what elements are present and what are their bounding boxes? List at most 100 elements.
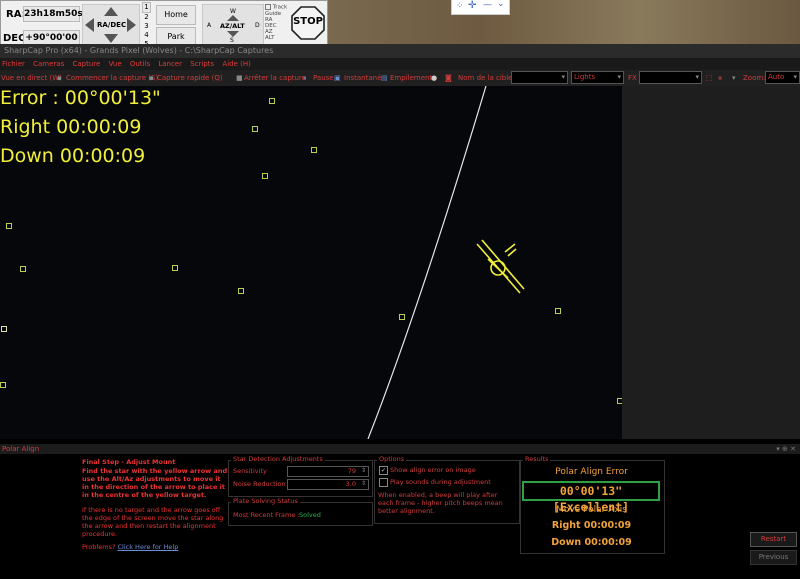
- menu-outils[interactable]: Outils: [130, 60, 150, 68]
- quick-capture-button[interactable]: Capture rapide (Q): [157, 70, 223, 86]
- detected-star: [269, 98, 275, 104]
- options-note: When enabled, a beep will play after eac…: [378, 491, 503, 515]
- noise-reduction-spinner[interactable]: 3,0 ⇕: [287, 479, 369, 490]
- play-sounds-checkbox[interactable]: [379, 478, 388, 487]
- spinner-arrows-icon[interactable]: ⇕: [361, 466, 366, 475]
- quick-capture-icon: ▪: [149, 74, 154, 82]
- overlay-graphics: [367, 86, 525, 439]
- polar-align-header: Polar Align ▾ ⊕ ✕: [0, 444, 800, 454]
- menu-scripts[interactable]: Scripts: [190, 60, 214, 68]
- window-title-bar: SharpCap Pro (x64) - Grands Pixel (Wolve…: [0, 44, 800, 58]
- stacking-button[interactable]: Empilement: [390, 70, 432, 86]
- yellow-target-icon: [476, 239, 525, 294]
- help-link[interactable]: Click Here for Help: [118, 543, 179, 551]
- az-alt-s-label: S: [230, 37, 234, 44]
- camera-image-view[interactable]: Error : 00°00'13" Right 00:00:09 Down 00…: [0, 86, 622, 439]
- problems-label: Problems?: [82, 543, 116, 551]
- sensitivity-label: Sensitivity: [233, 467, 267, 475]
- frame-type-dropdown[interactable]: Lights ▾: [571, 71, 624, 84]
- target-name-label: Nom de la cible:: [458, 74, 515, 82]
- ra-dec-up-button[interactable]: [104, 7, 118, 16]
- pause-button[interactable]: Pause: [313, 70, 334, 86]
- snapshot-button[interactable]: Instantané: [344, 70, 381, 86]
- menu-cameras[interactable]: Cameras: [33, 60, 64, 68]
- step-instructions: Find the star with the yellow arrow and …: [82, 467, 228, 499]
- home-button[interactable]: Home: [156, 5, 196, 25]
- grid-icon[interactable]: ⁘: [456, 1, 464, 11]
- track-mode-alt[interactable]: ALT: [265, 35, 291, 41]
- detected-star: [1, 326, 7, 332]
- menu-fichier[interactable]: Fichier: [2, 60, 25, 68]
- sensitivity-value: 79: [347, 467, 356, 475]
- az-alt-up-button[interactable]: [227, 15, 239, 21]
- speed-3-button[interactable]: 3: [142, 22, 151, 31]
- detected-star: [262, 173, 268, 179]
- polar-arc: [367, 86, 487, 439]
- speed-2-button[interactable]: 2: [142, 13, 151, 22]
- crosshair-icon[interactable]: ✛: [468, 0, 476, 11]
- ra-value: 23h18m50s: [23, 6, 83, 22]
- spinner-arrows-icon[interactable]: ⇕: [361, 479, 366, 488]
- track-guide-block: Track Guide RA DEC AZ ALT: [265, 4, 291, 41]
- show-error-checkbox[interactable]: ✓: [379, 466, 388, 475]
- side-panel: [622, 86, 800, 439]
- noise-reduction-label: Noise Reduction: [233, 480, 286, 488]
- show-error-label: Show align error on image: [390, 466, 476, 474]
- speed-1-button[interactable]: 1: [142, 2, 151, 13]
- detected-star: [0, 382, 6, 388]
- speed-4-button[interactable]: 4: [142, 31, 151, 40]
- detected-star: [555, 308, 561, 314]
- pause-icon: ⏸: [303, 74, 307, 82]
- previous-button[interactable]: Previous: [750, 550, 797, 565]
- recent-frame-status: Solved: [299, 511, 321, 519]
- minimize-icon[interactable]: —: [483, 0, 492, 10]
- play-sounds-label: Play sounds during adjustment: [390, 478, 491, 486]
- stop-capture-button[interactable]: Arrêter la capture: [244, 70, 306, 86]
- stacking-icon: ▤: [381, 74, 388, 82]
- target-name-dropdown[interactable]: ▾: [511, 71, 568, 84]
- az-alt-a-label: A: [207, 22, 212, 29]
- sensitivity-spinner[interactable]: 79 ⇕: [287, 466, 369, 477]
- chevron-down-icon: ▾: [617, 73, 621, 81]
- track-label: Track: [272, 4, 288, 11]
- step-help: If there is no target and the arrow goes…: [82, 506, 224, 538]
- live-view-button[interactable]: Vue en direct (W): [1, 70, 62, 86]
- move-down-value: Down 00:00:09: [551, 537, 632, 548]
- record-icon[interactable]: ●: [431, 70, 437, 86]
- chevron-down-icon: ▾: [695, 73, 699, 81]
- chevron-down-icon[interactable]: ⌄: [497, 0, 505, 9]
- menu-vue[interactable]: Vue: [109, 60, 122, 68]
- polar-error-title: Polar Align Error: [555, 467, 628, 477]
- zoom-value: Auto: [768, 73, 785, 81]
- ra-dec-down-button[interactable]: [104, 34, 118, 43]
- frame-icon[interactable]: ⬚: [706, 70, 713, 86]
- dropdown-arrow-icon[interactable]: ▾: [732, 70, 736, 86]
- star-detection-title: Star Detection Adjustments: [231, 455, 325, 463]
- panel-pin-close-icon[interactable]: ▾ ⊕ ✕: [776, 444, 796, 454]
- track-checkbox[interactable]: [265, 4, 271, 10]
- window-title: SharpCap Pro (x64) - Grands Pixel (Wolve…: [4, 46, 274, 55]
- stop-label: STOP: [293, 16, 323, 27]
- frame-type-value: Lights: [574, 73, 596, 81]
- detected-star: [238, 288, 244, 294]
- move-right-value: Right 00:00:09: [551, 520, 632, 531]
- restart-button[interactable]: Restart: [750, 532, 797, 547]
- chevron-down-icon: ▾: [793, 73, 797, 81]
- ra-dec-left-button[interactable]: [85, 18, 94, 32]
- menu-aide[interactable]: Aide (H): [222, 60, 250, 68]
- ra-dec-label: RA/DEC: [97, 21, 127, 29]
- fx-dropdown[interactable]: ▾: [639, 71, 702, 84]
- chevron-down-icon: ▾: [561, 73, 565, 81]
- detected-star: [6, 223, 12, 229]
- reticle-icon[interactable]: ⨳: [718, 70, 722, 86]
- start-capture-button[interactable]: Commencer la capture (S): [66, 70, 158, 86]
- ra-dec-right-button[interactable]: [127, 18, 136, 32]
- results-title: Results: [523, 455, 551, 463]
- menu-capture[interactable]: Capture: [72, 60, 100, 68]
- recent-frame-label: Most Recent Frame :: [233, 511, 300, 519]
- polar-error-value: 00°00'13" [Excellent]: [522, 481, 660, 514]
- zoom-dropdown[interactable]: Auto ▾: [765, 71, 800, 84]
- stop-button[interactable]: STOP: [291, 6, 325, 40]
- menu-lancer[interactable]: Lancer: [158, 60, 182, 68]
- step-title: Final Step - Adjust Mount: [82, 458, 176, 466]
